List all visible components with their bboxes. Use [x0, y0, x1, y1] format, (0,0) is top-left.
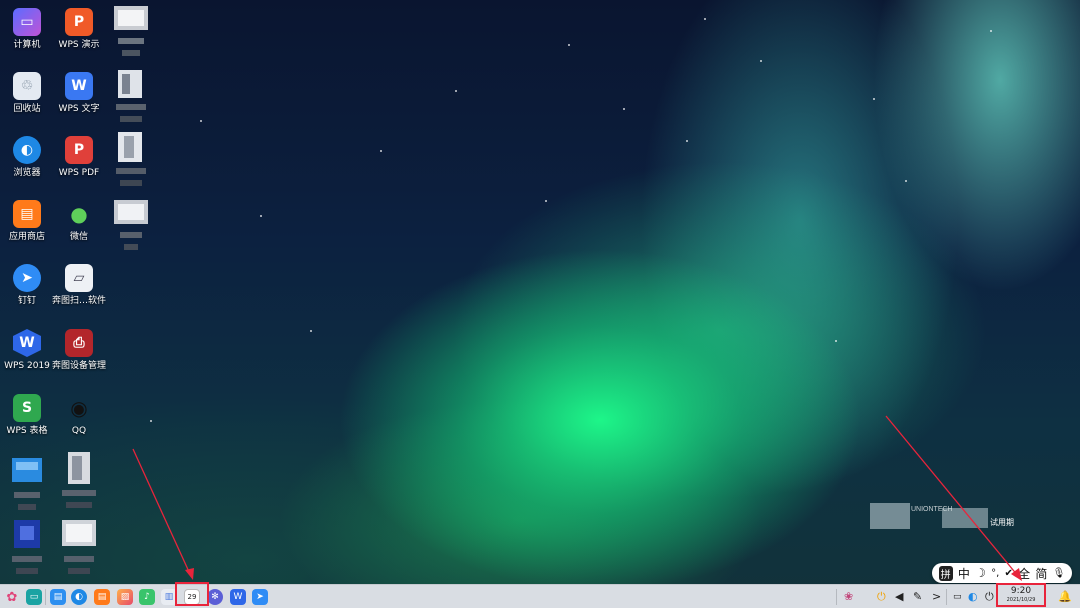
- ime-simplified-toggle[interactable]: 简: [1035, 565, 1047, 582]
- highlight-box-clock: [996, 583, 1046, 607]
- taskbar-separator: [836, 589, 837, 605]
- redacted-desktop-icon[interactable]: [62, 520, 96, 580]
- taskbar-separator: [45, 589, 46, 605]
- desktop-icon-browser[interactable]: ◐ 浏览器: [0, 136, 54, 179]
- browser-taskbar-icon[interactable]: ◐: [71, 589, 87, 605]
- taskbar-separator: [946, 589, 947, 605]
- app-store-taskbar-icon[interactable]: ▤: [94, 589, 110, 605]
- wps-2019-icon: W: [13, 329, 41, 357]
- ime-pinyin-button[interactable]: 拼: [938, 565, 953, 581]
- redacted-desktop-icon[interactable]: [114, 6, 148, 60]
- multitask-view-icon[interactable]: ▭: [26, 589, 42, 605]
- redacted-desktop-icon[interactable]: [62, 452, 96, 512]
- app-store-icon: ▤: [13, 200, 41, 228]
- redacted-desktop-icon[interactable]: [12, 458, 42, 514]
- computer-icon: ▭: [13, 8, 41, 36]
- scanner-icon: ▱: [65, 264, 93, 292]
- ime-skin-moon-icon[interactable]: ☽: [975, 566, 986, 580]
- wps-writer-icon: W: [65, 72, 93, 100]
- photo-viewer-icon[interactable]: ▨: [117, 589, 133, 605]
- arrow-head-calendar: [185, 568, 194, 580]
- redacted-desktop-icon[interactable]: [12, 520, 42, 580]
- printer-manager-icon: ⎙: [65, 329, 93, 357]
- annotation-arrows: [132, 415, 1022, 581]
- trial-label: 试用期: [990, 518, 1014, 527]
- tray-expand-icon[interactable]: >: [932, 590, 941, 604]
- redacted-desktop-icon[interactable]: [114, 200, 148, 256]
- ime-mic-icon[interactable]: 🎙: [1053, 568, 1066, 579]
- desktop-icon-wechat[interactable]: ● 微信: [52, 200, 106, 243]
- redacted-desktop-icon[interactable]: [114, 132, 148, 188]
- desktop-icon-computer[interactable]: ▭ 计算机: [0, 8, 54, 51]
- notification-bell-icon[interactable]: 🔔: [1058, 590, 1072, 604]
- ime-punctuation-toggle[interactable]: °,: [991, 568, 999, 579]
- pen-icon[interactable]: ✎: [913, 590, 922, 604]
- music-icon[interactable]: ♪: [139, 589, 155, 605]
- arrow-to-calendar: [132, 448, 191, 575]
- ime-tool-icon[interactable]: ✔: [1005, 568, 1013, 579]
- wps-pdf-icon: P: [65, 136, 93, 164]
- wps-presentation-icon: P: [65, 8, 93, 36]
- watermark-redacted: [942, 508, 988, 528]
- keyboard-icon[interactable]: ▭: [953, 590, 962, 604]
- file-manager-icon[interactable]: ▤: [50, 589, 66, 605]
- desktop-icon-printer-manager[interactable]: ⎙ 奔图设备管理: [52, 329, 106, 372]
- ime-toolbar[interactable]: 拼 中 ☽ °, ✔ 全 简 🎙: [932, 563, 1072, 583]
- network-icon[interactable]: ◐: [968, 590, 978, 604]
- desktop-icon-qq[interactable]: ◉ QQ: [52, 394, 106, 437]
- desktop-icon-dingtalk[interactable]: ➤ 钉钉: [0, 264, 54, 307]
- desktop-icon-app-store[interactable]: ▤ 应用商店: [0, 200, 54, 243]
- dingtalk-icon: ➤: [13, 264, 41, 292]
- desktop-icon-wps-pdf[interactable]: P WPS PDF: [52, 136, 106, 179]
- watermark-redacted: [870, 503, 910, 529]
- dingtalk-taskbar-icon[interactable]: ➤: [252, 589, 268, 605]
- trash-icon: ♲: [13, 72, 41, 100]
- wps-spreadsheet-icon: S: [13, 394, 41, 422]
- redacted-desktop-icon[interactable]: [114, 70, 148, 126]
- desktop-icon-wps-2019[interactable]: W WPS 2019: [0, 329, 54, 372]
- volume-icon[interactable]: ◀: [895, 590, 903, 604]
- wechat-icon: ●: [70, 202, 88, 226]
- power-mode-icon[interactable]: ⏻: [877, 590, 886, 604]
- taskbar: ✿ ▭ ▤ ◐ ▤ ▨ ♪ ▥ 29 ✻ W ➤ ❀ ⏻ ◀ ✎ > ▭ ◐ ⏻…: [0, 584, 1080, 608]
- desktop-icon-wps-spreadsheet[interactable]: S WPS 表格: [0, 394, 54, 437]
- qq-icon: ◉: [70, 396, 88, 420]
- desktop-icon-wps-writer[interactable]: W WPS 文字: [52, 72, 106, 115]
- shutdown-icon[interactable]: ⏻: [985, 590, 994, 604]
- desktop-icon-wps-presentation[interactable]: P WPS 演示: [52, 8, 106, 51]
- ime-language-toggle[interactable]: 中: [958, 565, 970, 582]
- ime-fullwidth-toggle[interactable]: 全: [1018, 565, 1030, 582]
- launcher-icon[interactable]: ✿: [4, 589, 20, 605]
- desktop-icon-scanner[interactable]: ▱ 奔图扫…软件: [52, 264, 106, 307]
- arrow-to-clock: [885, 415, 1019, 577]
- highlight-box-calendar: [175, 582, 209, 606]
- desktop-widget-icon[interactable]: ❀: [844, 590, 853, 604]
- browser-icon: ◐: [13, 136, 41, 164]
- wps-taskbar-icon[interactable]: W: [230, 589, 246, 605]
- desktop-icon-trash[interactable]: ♲ 回收站: [0, 72, 54, 115]
- settings-icon[interactable]: ✻: [207, 589, 223, 605]
